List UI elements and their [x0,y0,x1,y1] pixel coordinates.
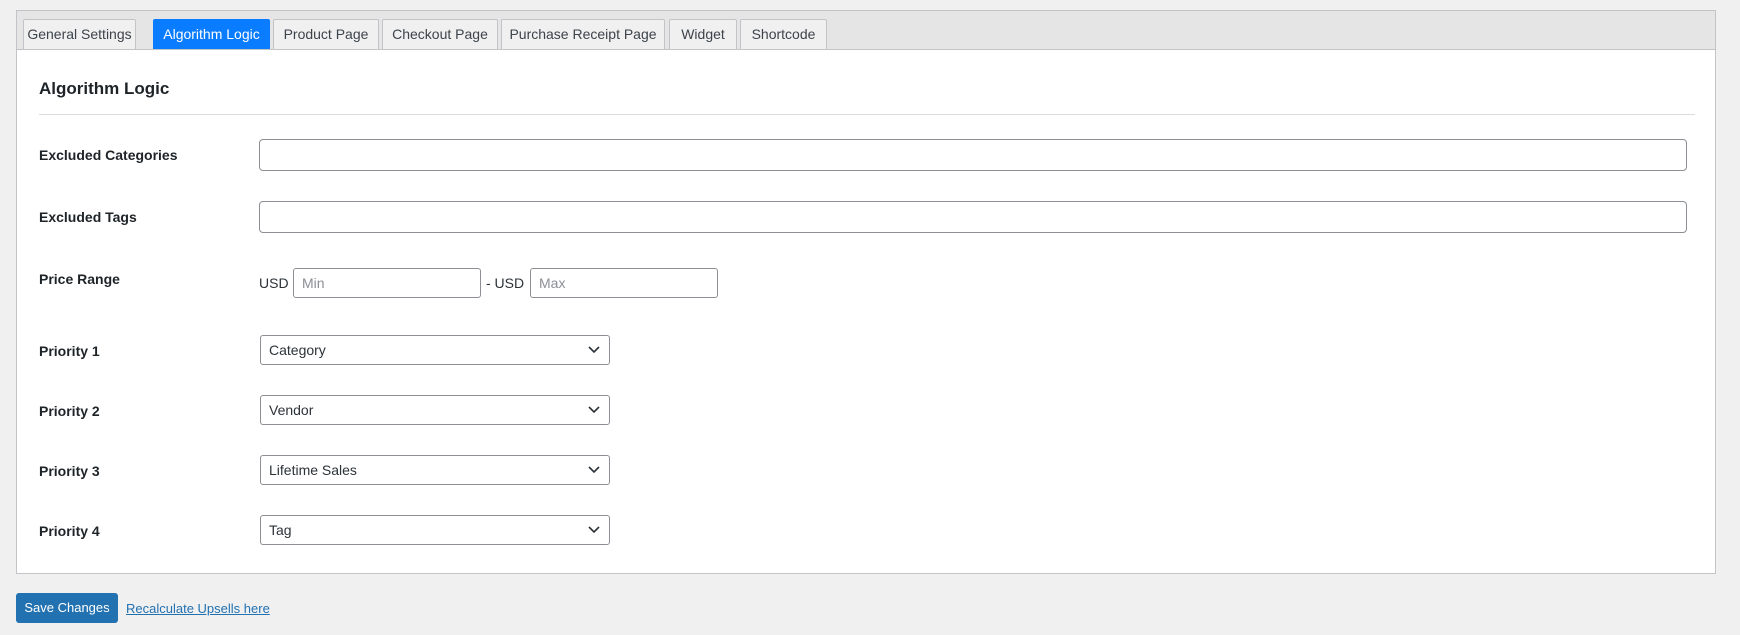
chevron-down-icon [588,526,600,534]
priority-4-label: Priority 4 [39,523,100,539]
section-title: Algorithm Logic [39,79,170,98]
tab-bar: General Settings Algorithm Logic Product… [17,11,1715,50]
priority-4-value: Tag [269,522,292,538]
tab-algorithm-logic[interactable]: Algorithm Logic [153,19,270,49]
recalculate-upsells-link[interactable]: Recalculate Upsells here [126,601,270,616]
priority-2-value: Vendor [269,402,314,418]
tab-checkout-page[interactable]: Checkout Page [382,19,498,49]
priority-1-select[interactable]: Category [260,335,610,365]
settings-panel: General Settings Algorithm Logic Product… [16,10,1716,574]
priority-3-select[interactable]: Lifetime Sales [260,455,610,485]
price-min-currency: USD [259,275,289,291]
excluded-tags-label: Excluded Tags [39,209,137,225]
priority-2-label: Priority 2 [39,403,100,419]
price-max-input[interactable] [530,268,718,298]
tab-widget[interactable]: Widget [669,19,737,49]
tab-shortcode[interactable]: Shortcode [740,19,827,49]
chevron-down-icon [588,406,600,414]
excluded-categories-label: Excluded Categories [39,147,178,163]
excluded-tags-input[interactable] [259,201,1687,233]
priority-4-select[interactable]: Tag [260,515,610,545]
priority-1-value: Category [269,342,326,358]
tab-purchase-receipt-page[interactable]: Purchase Receipt Page [501,19,665,49]
tab-general-settings[interactable]: General Settings [23,19,136,49]
priority-1-label: Priority 1 [39,343,100,359]
save-changes-button[interactable]: Save Changes [16,593,118,623]
tab-product-page[interactable]: Product Page [273,19,379,49]
price-min-input[interactable] [293,268,481,298]
priority-2-select[interactable]: Vendor [260,395,610,425]
priority-3-label: Priority 3 [39,463,100,479]
chevron-down-icon [588,346,600,354]
chevron-down-icon [588,466,600,474]
price-range-label: Price Range [39,271,120,287]
priority-3-value: Lifetime Sales [269,462,357,478]
price-separator: - USD [486,275,525,291]
excluded-categories-input[interactable] [259,139,1687,171]
section-divider [39,114,1695,115]
